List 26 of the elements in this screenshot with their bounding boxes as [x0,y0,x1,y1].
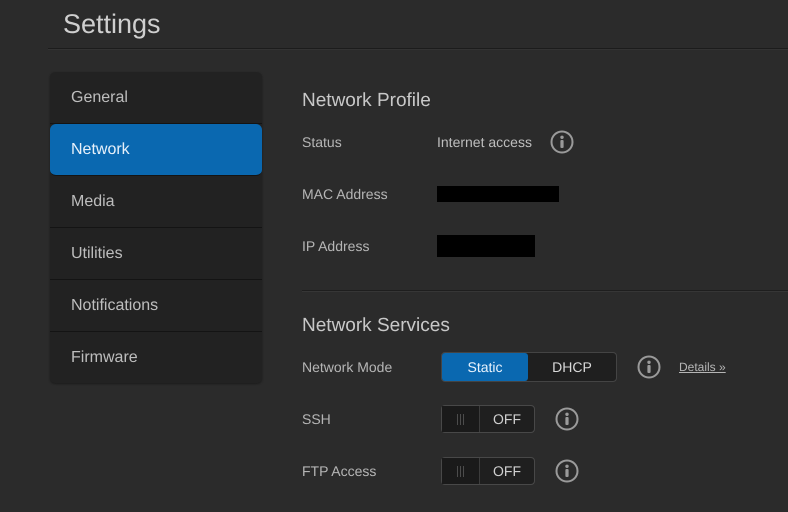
field-label: IP Address [302,238,370,254]
info-icon[interactable] [555,407,579,431]
field-label: Status [302,134,343,150]
toggle-switch[interactable]: OFF [441,405,535,433]
sidebar-item[interactable]: Media [50,176,262,228]
field-label: MAC Address [302,186,389,202]
sidebar-item[interactable]: Notifications [50,280,262,332]
info-icon[interactable] [550,130,574,154]
section-title: Network Services [302,314,451,338]
sidebar-item[interactable]: Utilities [50,228,262,280]
toggle-switch[interactable]: OFF [441,457,535,485]
grip-icon [442,406,480,432]
mode-option[interactable]: DHCP [528,353,616,381]
page-title: Settings [63,8,161,40]
grip-icon [442,458,480,484]
sidebar-item[interactable]: Network [50,124,262,176]
info-icon[interactable] [637,355,661,379]
sidebar-item[interactable]: Firmware [50,332,262,383]
section-title: Network Profile [302,89,432,113]
details-link[interactable]: Details » [679,360,726,374]
info-icon[interactable] [555,459,579,483]
field-label: FTP Access [302,463,378,479]
field-label: Network Mode [302,359,394,375]
mode-option[interactable]: Static [442,353,528,381]
field-label: SSH [302,411,332,427]
status-value: Internet access [437,134,532,150]
